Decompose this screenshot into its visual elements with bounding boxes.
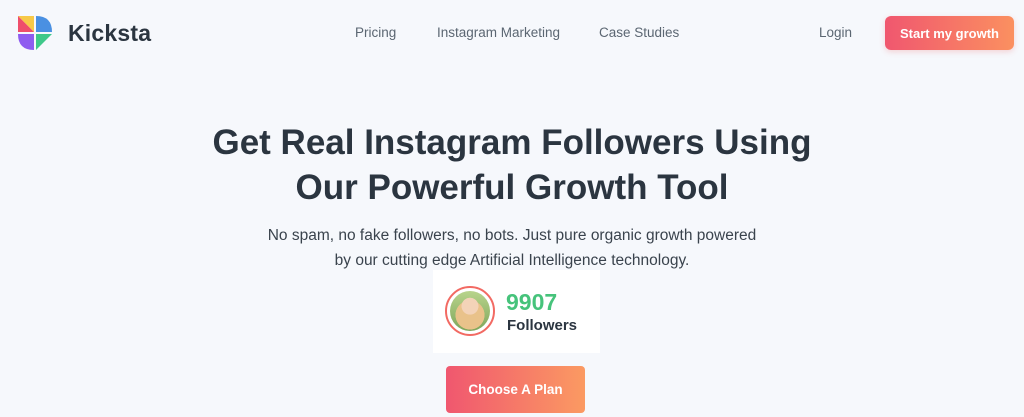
hero-headline-line-2: Our Powerful Growth Tool bbox=[295, 168, 729, 207]
hero-sub-line-2: by our cutting edge Artificial Intellige… bbox=[334, 252, 690, 269]
hero-subheadline: No spam, no fake followers, no bots. Jus… bbox=[0, 223, 1024, 273]
hero-headline-line-1: Get Real Instagram Followers Using bbox=[212, 123, 812, 162]
followers-counter-card: 9907 Followers bbox=[433, 270, 600, 353]
followers-count: 9907 bbox=[506, 289, 558, 315]
followers-label: Followers bbox=[507, 317, 578, 334]
login-link[interactable]: Login bbox=[819, 25, 852, 40]
top-navigation-bar: Kicksta Pricing Instagram Marketing Case… bbox=[0, 0, 1024, 66]
nav-item-instagram-marketing[interactable]: Instagram Marketing bbox=[437, 25, 560, 40]
hero-sub-line-1: No spam, no fake followers, no bots. Jus… bbox=[267, 227, 757, 244]
hero-headline: Get Real Instagram Followers Using Our P… bbox=[0, 120, 1024, 210]
main-nav: Pricing Instagram Marketing Case Studies… bbox=[0, 25, 1024, 43]
choose-a-plan-button[interactable]: Choose A Plan bbox=[446, 366, 585, 413]
avatar bbox=[445, 286, 495, 336]
start-my-growth-button[interactable]: Start my growth bbox=[885, 16, 1014, 50]
nav-item-case-studies[interactable]: Case Studies bbox=[599, 25, 679, 40]
nav-item-pricing[interactable]: Pricing bbox=[355, 25, 396, 40]
user-avatar-icon bbox=[450, 291, 490, 331]
hero-section: Get Real Instagram Followers Using Our P… bbox=[0, 120, 1024, 273]
